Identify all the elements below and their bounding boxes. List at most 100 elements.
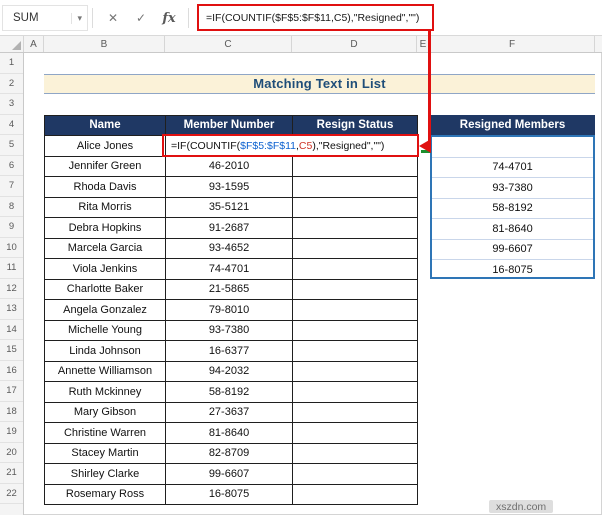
insert-function-icon[interactable]: fx — [156, 5, 182, 31]
row-header[interactable]: 21 — [0, 463, 23, 484]
resigned-cell[interactable]: 74-4701 — [432, 158, 593, 179]
row-header[interactable]: 12 — [0, 279, 23, 300]
row-header[interactable]: 5 — [0, 135, 23, 156]
table-cell-status[interactable] — [293, 218, 418, 239]
table-cell-status[interactable] — [293, 362, 418, 383]
row-header[interactable]: 3 — [0, 94, 23, 115]
row-header[interactable]: 4 — [0, 115, 23, 136]
table-cell-status[interactable] — [293, 464, 418, 485]
table-cell-member[interactable]: 21-5865 — [166, 280, 293, 301]
row-header[interactable]: 1 — [0, 53, 23, 74]
table-cell-status[interactable] — [293, 280, 418, 301]
table-cell-member[interactable]: 93-4652 — [166, 239, 293, 260]
table-cell-name[interactable]: Jennifer Green — [45, 157, 166, 178]
row-header[interactable]: 6 — [0, 156, 23, 177]
resigned-cell[interactable]: 81-8640 — [432, 219, 593, 240]
divider — [92, 8, 93, 28]
chevron-down-icon[interactable]: ▾ — [71, 13, 82, 24]
table-cell-name[interactable]: Angela Gonzalez — [45, 300, 166, 321]
table-cell-status[interactable] — [293, 259, 418, 280]
table-cell-status[interactable] — [293, 485, 418, 506]
table-header-name[interactable]: Name — [45, 116, 166, 137]
row-header[interactable]: 22 — [0, 484, 23, 505]
table-cell-status[interactable] — [293, 423, 418, 444]
resigned-cell[interactable]: 99-6607 — [432, 240, 593, 261]
table-cell-member[interactable]: 35-5121 — [166, 198, 293, 219]
resigned-cell[interactable] — [432, 137, 593, 158]
row-header[interactable]: 13 — [0, 299, 23, 320]
column-header-d[interactable]: D — [292, 36, 417, 52]
table-cell-status[interactable] — [293, 403, 418, 424]
table-cell-status[interactable] — [293, 382, 418, 403]
table-cell-name[interactable]: Michelle Young — [45, 321, 166, 342]
table-cell-member[interactable]: 93-7380 — [166, 321, 293, 342]
row-header[interactable]: 7 — [0, 176, 23, 197]
table-cell-name[interactable]: Charlotte Baker — [45, 280, 166, 301]
cancel-icon[interactable]: ✕ — [100, 5, 126, 31]
table-cell-member[interactable]: 16-6377 — [166, 341, 293, 362]
row-header[interactable]: 20 — [0, 443, 23, 464]
table-cell-name[interactable]: Debra Hopkins — [45, 218, 166, 239]
table-cell-status[interactable] — [293, 198, 418, 219]
table-cell-name[interactable]: Rita Morris — [45, 198, 166, 219]
select-all-corner[interactable] — [0, 36, 24, 52]
formula-bar-input[interactable]: =IF(COUNTIF($F$5:$F$11,C5),"Resigned",""… — [206, 12, 419, 24]
table-cell-member[interactable]: 93-1595 — [166, 177, 293, 198]
column-header-b[interactable]: B — [44, 36, 165, 52]
table-cell-name[interactable]: Alice Jones — [45, 136, 166, 157]
table-cell-name[interactable]: Viola Jenkins — [45, 259, 166, 280]
divider — [188, 8, 189, 28]
row-header[interactable]: 10 — [0, 238, 23, 259]
table-cell-status[interactable] — [293, 341, 418, 362]
column-header-f[interactable]: F — [430, 36, 595, 52]
row-header[interactable]: 16 — [0, 361, 23, 382]
table-cell-status[interactable] — [293, 177, 418, 198]
row-header[interactable]: 8 — [0, 197, 23, 218]
table-cell-member[interactable]: 99-6607 — [166, 464, 293, 485]
table-cell-status[interactable] — [293, 157, 418, 178]
column-header-a[interactable]: A — [24, 36, 44, 52]
resigned-header[interactable]: Resigned Members — [430, 115, 595, 136]
name-box[interactable]: SUM ▾ — [2, 5, 88, 31]
row-header[interactable]: 15 — [0, 340, 23, 361]
table-cell-member[interactable]: 91-2687 — [166, 218, 293, 239]
table-cell-member[interactable]: 81-8640 — [166, 423, 293, 444]
table-cell-name[interactable]: Annette Williamson — [45, 362, 166, 383]
column-headers: A B C D E F — [0, 36, 602, 53]
row-header[interactable]: 9 — [0, 217, 23, 238]
table-cell-member[interactable]: 74-4701 — [166, 259, 293, 280]
row-header[interactable]: 19 — [0, 422, 23, 443]
table-cell-member[interactable]: 58-8192 — [166, 382, 293, 403]
row-header[interactable]: 11 — [0, 258, 23, 279]
resigned-cell[interactable]: 93-7380 — [432, 178, 593, 199]
row-header[interactable]: 17 — [0, 381, 23, 402]
table-cell-status[interactable] — [293, 300, 418, 321]
resigned-cell[interactable]: 16-8075 — [432, 260, 593, 279]
table-cell-status[interactable] — [293, 239, 418, 260]
table-cell-name[interactable]: Stacey Martin — [45, 444, 166, 465]
table-cell-member[interactable]: 46-2010 — [166, 157, 293, 178]
table-cell-name[interactable]: Christine Warren — [45, 423, 166, 444]
table-cell-member[interactable]: 27-3637 — [166, 403, 293, 424]
table-cell-name[interactable]: Rhoda Davis — [45, 177, 166, 198]
table-cell-member[interactable]: 82-8709 — [166, 444, 293, 465]
table-cell-name[interactable]: Rosemary Ross — [45, 485, 166, 506]
title-cell[interactable]: Matching Text in List — [44, 74, 595, 95]
table-cell-member[interactable]: 94-2032 — [166, 362, 293, 383]
row-header[interactable]: 2 — [0, 74, 23, 95]
table-cell-name[interactable]: Mary Gibson — [45, 403, 166, 424]
table-cell-member[interactable]: 79-8010 — [166, 300, 293, 321]
resigned-cell[interactable]: 58-8192 — [432, 199, 593, 220]
table-cell-status[interactable] — [293, 321, 418, 342]
table-cell-name[interactable]: Shirley Clarke — [45, 464, 166, 485]
table-cell-name[interactable]: Marcela Garcia — [45, 239, 166, 260]
column-header-c[interactable]: C — [165, 36, 292, 52]
table-cell-name[interactable]: Ruth Mckinney — [45, 382, 166, 403]
resigned-range[interactable]: 74-470193-738058-819281-864099-660716-80… — [430, 135, 595, 279]
table-cell-status[interactable] — [293, 444, 418, 465]
table-cell-name[interactable]: Linda Johnson — [45, 341, 166, 362]
row-header[interactable]: 18 — [0, 402, 23, 423]
table-cell-member[interactable]: 16-8075 — [166, 485, 293, 506]
row-header[interactable]: 14 — [0, 320, 23, 341]
enter-icon[interactable]: ✓ — [128, 5, 154, 31]
